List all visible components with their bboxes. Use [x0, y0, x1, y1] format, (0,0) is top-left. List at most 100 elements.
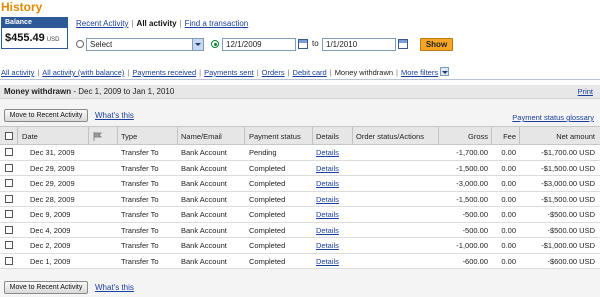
cell-net: -$500.00 USD [547, 225, 595, 235]
table-row[interactable]: Dec 9, 2009 Transfer To Bank Account Comple… [0, 207, 600, 223]
balance-box: Balance $455.49 USD [1, 17, 68, 49]
details-link[interactable]: Details [316, 176, 339, 191]
cell-status: Completed [249, 241, 286, 250]
panel-title: Money withdrawn - Dec 1, 2009 to Jan 1, … [4, 87, 174, 96]
cell-type: Transfer To [121, 148, 159, 157]
balance-label: Balance [2, 18, 67, 28]
select-all-checkbox[interactable] [5, 132, 13, 140]
chevron-down-icon [192, 39, 203, 50]
all-activity-link[interactable]: All activity [137, 19, 177, 28]
details-link[interactable]: Details [316, 192, 339, 207]
cell-status: Completed [249, 225, 286, 235]
cell-status: Completed [249, 163, 286, 173]
date-range-radio[interactable] [211, 40, 219, 48]
table-row[interactable]: Dec 28, 2009 Transfer To Bank Account Compl… [0, 191, 600, 207]
details-link[interactable]: Details [316, 207, 339, 222]
from-date-input[interactable]: 12/1/2009 [222, 38, 296, 51]
row-checkbox[interactable] [5, 179, 13, 187]
details-link[interactable]: Details [316, 254, 339, 269]
table-row[interactable]: Dec 31, 2009 Transfer To Bank Account Pendi… [0, 145, 600, 161]
tab-debit-card[interactable]: Debit card [293, 68, 327, 77]
cell-gross: -500.00 [462, 210, 488, 219]
col-type[interactable]: Type [121, 127, 137, 146]
cell-status: Completed [249, 210, 286, 219]
whats-this-link-bottom[interactable]: What's this [95, 283, 134, 292]
cell-type: Transfer To [121, 163, 159, 173]
cell-type: Transfer To [121, 241, 159, 250]
calendar-icon[interactable] [298, 39, 308, 49]
row-checkbox[interactable] [5, 148, 13, 156]
cell-date: Dec 28, 2009 [30, 194, 75, 204]
tab-money-withdrawn[interactable]: Money withdrawn [335, 68, 393, 77]
cell-name: Bank Account [181, 241, 227, 250]
table-row[interactable]: Dec 1, 2009 Transfer To Bank Account Comple… [0, 253, 600, 269]
cell-gross: -1,700.00 [456, 148, 488, 157]
row-checkbox[interactable] [5, 210, 13, 218]
cell-name: Bank Account [181, 210, 227, 219]
cell-gross: -1,000.00 [456, 241, 488, 250]
move-to-recent-button[interactable]: Move to Recent Activity [4, 109, 88, 122]
table-row[interactable]: Dec 4, 2009 Transfer To Bank Account Comple… [0, 222, 600, 238]
cell-fee: 0.00 [501, 179, 516, 188]
table-body: Dec 31, 2009 Transfer To Bank Account Pendi… [0, 145, 600, 269]
col-date[interactable]: Date [22, 127, 38, 146]
details-link[interactable]: Details [316, 238, 339, 253]
tab-all-activity[interactable]: All activity [1, 68, 34, 77]
col-name[interactable]: Name/Email [181, 127, 222, 146]
row-checkbox[interactable] [5, 241, 13, 249]
period-select[interactable]: Select [86, 38, 204, 51]
find-transaction-link[interactable]: Find a transaction [185, 19, 249, 28]
cell-date: Dec 4, 2009 [30, 225, 71, 235]
row-checkbox[interactable] [5, 163, 13, 172]
more-filters-dropdown-icon[interactable] [440, 67, 450, 76]
cell-name: Bank Account [181, 194, 227, 204]
col-net[interactable]: Net amount [521, 127, 595, 146]
tab-more-filters[interactable]: More filters [401, 68, 438, 77]
row-checkbox[interactable] [5, 194, 13, 203]
cell-date: Dec 1, 2009 [30, 256, 71, 266]
cell-date: Dec 31, 2009 [30, 148, 75, 157]
recent-activity-link[interactable]: Recent Activity [76, 19, 128, 28]
col-details: Details [316, 132, 339, 141]
table-row[interactable]: Dec 29, 2009 Transfer To Bank Account Compl… [0, 176, 600, 192]
details-link[interactable]: Details [316, 145, 339, 160]
details-link[interactable]: Details [316, 161, 339, 176]
col-fee[interactable]: Fee [493, 127, 516, 146]
to-date-input[interactable]: 1/1/2010 [322, 38, 396, 51]
tab-divider [0, 79, 600, 80]
cell-fee: 0.00 [501, 163, 516, 173]
cell-gross: -3,000.00 [456, 179, 488, 188]
table-row[interactable]: Dec 29, 2009 Transfer To Bank Account Compl… [0, 160, 600, 176]
row-checkbox[interactable] [5, 225, 13, 234]
cell-net: -$1,700.00 USD [541, 148, 595, 157]
whats-this-link[interactable]: What's this [95, 111, 134, 120]
tab-orders[interactable]: Orders [262, 68, 285, 77]
col-gross[interactable]: Gross [440, 127, 488, 146]
cell-net: -$600.00 USD [547, 256, 595, 266]
flag-icon [93, 132, 102, 141]
cell-type: Transfer To [121, 210, 159, 219]
select-radio[interactable] [76, 40, 84, 48]
tab-payments-received[interactable]: Payments received [132, 68, 196, 77]
cell-status: Pending [249, 148, 277, 157]
panel-title-range: - Dec 1, 2009 to Jan 1, 2010 [71, 87, 175, 96]
details-link[interactable]: Details [316, 223, 339, 238]
row-checkbox[interactable] [5, 256, 13, 265]
cell-name: Bank Account [181, 225, 227, 235]
cell-date: Dec 9, 2009 [30, 210, 71, 219]
cell-type: Transfer To [121, 225, 159, 235]
cell-name: Bank Account [181, 148, 227, 157]
table-row[interactable]: Dec 2, 2009 Transfer To Bank Account Comple… [0, 238, 600, 254]
balance-amount: $455.49 [5, 32, 45, 44]
tab-all-activity-balance[interactable]: All activity (with balance) [42, 68, 124, 77]
calendar-icon[interactable] [398, 39, 408, 49]
cell-date: Dec 2, 2009 [30, 241, 71, 250]
tab-payments-sent[interactable]: Payments sent [204, 68, 254, 77]
cell-fee: 0.00 [501, 194, 516, 204]
balance-currency: USD [46, 37, 60, 43]
print-link[interactable]: Print [578, 87, 593, 96]
move-to-recent-button-bottom[interactable]: Move to Recent Activity [4, 281, 88, 294]
payment-status-glossary-link[interactable]: Payment status glossary [512, 113, 594, 122]
col-status[interactable]: Payment status [249, 127, 301, 146]
show-button[interactable]: Show [420, 38, 453, 51]
